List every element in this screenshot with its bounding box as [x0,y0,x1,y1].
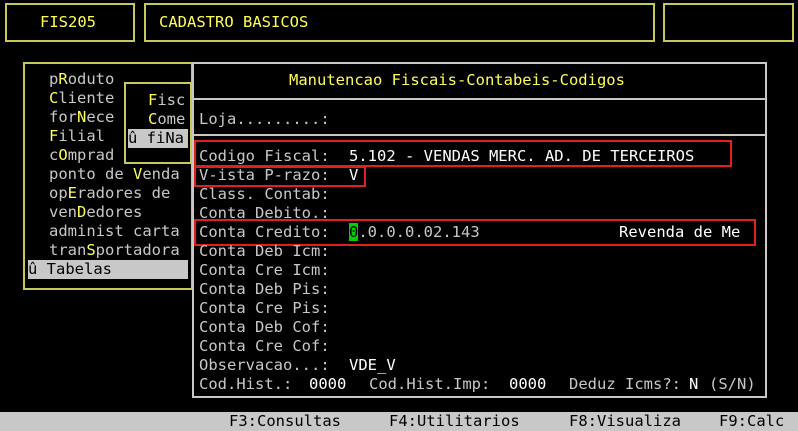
deduz-icms-input[interactable]: N [689,375,698,394]
cod-hist-imp-label: Cod.Hist.Imp: [369,375,491,393]
title-separator [194,98,765,100]
menu-item-administ-carta[interactable]: administ carta [49,222,180,241]
conta-cre-pis-label: Conta Cre Pis: [199,299,330,317]
menu-item-operadores[interactable]: opEradores de [49,184,170,203]
menu-item-produto[interactable]: pRoduto [49,70,114,89]
menu-item-transportadora[interactable]: tranSportadora [49,241,180,260]
menu-item-fornece[interactable]: forNece [49,108,114,127]
codigo-fiscal-input[interactable]: 5.102 - VENDAS MERC. AD. DE TERCEIROS [349,147,694,166]
module-title: CADASTRO BASICOS [159,13,309,31]
program-code: FIS205 [40,13,96,31]
menu-item-filial[interactable]: Filial [49,127,105,146]
menu-item-comprad[interactable]: cOmprad [49,146,114,165]
menu-item-tabelas-selected[interactable]: û Tabelas [28,260,188,279]
conta-credito-description: Revenda de Me [619,223,741,241]
f8-visualiza-key[interactable]: F8:Visualiza [569,412,681,431]
codigo-fiscal-label: Codigo Fiscal: [199,147,330,165]
cod-hist-input[interactable]: 0000 [309,375,346,394]
observacao-input[interactable]: VDE_V [349,356,396,375]
deduz-icms-label: Deduz Icms?: [569,375,681,393]
vista-prazo-label: V-ista P-razo: [199,166,330,184]
submenu-item-come[interactable]: Come [148,110,185,129]
f4-utilitarios-key[interactable]: F4:Utilitarios [389,412,520,431]
conta-credito-label: Conta Credito: [199,223,330,241]
conta-cre-cof-label: Conta Cre Cof: [199,337,330,355]
conta-deb-icm-label: Conta Deb Icm: [199,242,330,260]
f3-consultas-key[interactable]: F3:Consultas [229,412,341,431]
submenu-item-fina-selected[interactable]: û fiNa [128,129,188,148]
menu-item-cliente[interactable]: Cliente [49,89,114,108]
cod-hist-label: Cod.Hist.: [199,375,293,393]
f9-calc-key[interactable]: F9:Calc [719,412,784,431]
vista-prazo-input[interactable]: V [349,166,358,185]
loja-separator [194,134,765,136]
observacao-label: Observacao...: [199,356,330,374]
class-contab-label: Class. Contab: [199,185,330,203]
conta-deb-cof-label: Conta Deb Cof: [199,318,330,336]
loja-label: Loja.........: [199,110,330,128]
conta-deb-pis-label: Conta Deb Pis: [199,280,330,298]
menu-item-vendedores[interactable]: venDedores [49,203,142,222]
text-cursor: 0 [349,223,359,241]
function-key-bar: F3:Consultas F4:Utilitarios F8:Visualiza… [0,412,798,431]
header-right-box [663,3,794,42]
cod-hist-imp-input[interactable]: 0000 [509,375,546,394]
form-title: Manutencao Fiscais-Contabeis-Codigos [289,71,625,89]
menu-item-ponto-de-venda[interactable]: ponto de Venda [49,165,180,184]
deduz-icms-hint: (S/N) [709,375,756,393]
conta-credito-input[interactable]: 0.0.0.0.02.143 [349,223,480,242]
submenu-item-fisc[interactable]: Fisc [148,91,185,110]
conta-cre-icm-label: Conta Cre Icm: [199,261,330,279]
